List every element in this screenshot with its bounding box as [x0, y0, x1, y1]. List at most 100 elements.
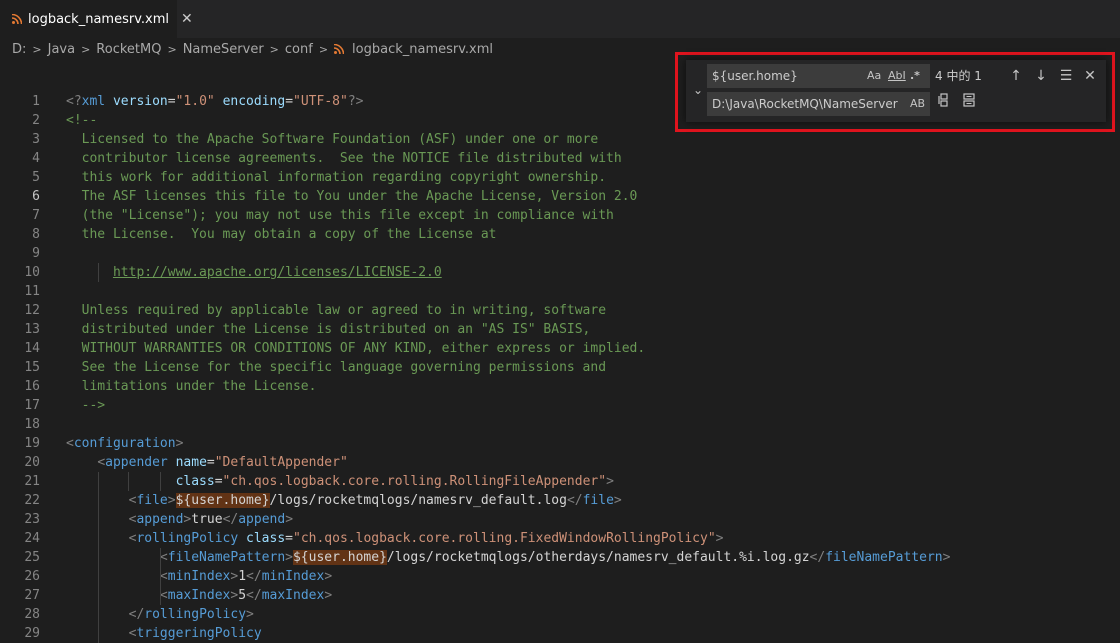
- code-token: "DefaultAppender": [214, 455, 348, 470]
- code-token: append: [136, 512, 184, 527]
- line-number: 1: [32, 94, 40, 109]
- code-token: >: [285, 550, 293, 565]
- tab-logback-namesrv[interactable]: logback_namesrv.xml ✕: [0, 0, 193, 38]
- code-line[interactable]: 4 contributor license agreements. See th…: [0, 149, 1120, 168]
- breadcrumb-item-file[interactable]: logback_namesrv.xml: [352, 42, 493, 57]
- code-line[interactable]: 6 The ASF licenses this file to You unde…: [0, 187, 1120, 206]
- line-number: 13: [24, 322, 40, 337]
- code-line[interactable]: 17 -->: [0, 396, 1120, 415]
- code-token: The ASF licenses this file to You under …: [66, 189, 638, 204]
- code-line[interactable]: 27 <maxIndex>5</maxIndex>: [0, 586, 1120, 605]
- breadcrumb-item-rocketmq[interactable]: RocketMQ: [96, 42, 161, 57]
- code-text: <?xml version="1.0" encoding="UTF-8"?>: [66, 92, 363, 111]
- code-token: file: [136, 493, 168, 508]
- line-number: 25: [24, 550, 40, 565]
- code-line[interactable]: 20 <appender name="DefaultAppender": [0, 453, 1120, 472]
- code-token: (the "License"); you may not use this fi…: [66, 208, 614, 223]
- line-number: 27: [24, 588, 40, 603]
- code-text: this work for additional information reg…: [66, 168, 606, 187]
- close-icon[interactable]: ✕: [181, 11, 193, 27]
- code-token: fileNamePattern: [825, 550, 943, 565]
- breadcrumb-item-nameserver[interactable]: NameServer: [183, 42, 264, 57]
- search-match: ${user.home}: [292, 550, 387, 565]
- code-line[interactable]: 7 (the "License"); you may not use this …: [0, 206, 1120, 225]
- code-token: encoding: [222, 94, 286, 109]
- line-number: 6: [32, 189, 40, 204]
- replace-icon[interactable]: [934, 92, 954, 116]
- line-number: 5: [32, 170, 40, 185]
- code-token: </: [246, 569, 262, 584]
- toggle-replace-icon[interactable]: ⌄: [690, 78, 706, 102]
- close-icon[interactable]: ✕: [1080, 64, 1100, 88]
- code-token: See the License for the specific languag…: [66, 360, 607, 375]
- code-text: <appender name="DefaultAppender": [66, 453, 348, 472]
- regex-icon[interactable]: .*: [910, 64, 920, 88]
- code-token: fileNamePattern: [167, 550, 286, 565]
- code-line[interactable]: 10 http://www.apache.org/licenses/LICENS…: [0, 263, 1120, 282]
- replace-input-value: D:\Java\RocketMQ\NameServer: [712, 97, 898, 111]
- code-token: version: [112, 94, 168, 109]
- line-number: 4: [32, 151, 40, 166]
- code-line[interactable]: 8 the License. You may obtain a copy of …: [0, 225, 1120, 244]
- code-line[interactable]: 21 class="ch.qos.logback.core.rolling.Ro…: [0, 472, 1120, 491]
- code-token: rollingPolicy: [136, 531, 239, 546]
- code-line[interactable]: 5 this work for additional information r…: [0, 168, 1120, 187]
- code-token: <: [97, 455, 106, 470]
- previous-match-icon[interactable]: ↑: [1006, 64, 1026, 88]
- find-in-selection-icon[interactable]: ☰: [1056, 64, 1076, 88]
- code-line[interactable]: 9: [0, 244, 1120, 263]
- next-match-icon[interactable]: ↓: [1031, 64, 1051, 88]
- code-text: <triggeringPolicy: [66, 624, 262, 643]
- code-line[interactable]: 16 limitations under the License.: [0, 377, 1120, 396]
- code-token: </: [809, 550, 826, 565]
- replace-input[interactable]: D:\Java\RocketMQ\NameServer AB: [707, 92, 930, 116]
- code-line[interactable]: 29 <triggeringPolicy: [0, 624, 1120, 643]
- match-case-icon[interactable]: Aa: [867, 64, 881, 88]
- code-line[interactable]: 3 Licensed to the Apache Software Founda…: [0, 130, 1120, 149]
- code-line[interactable]: 15 See the License for the specific lang…: [0, 358, 1120, 377]
- code-line[interactable]: 14 WITHOUT WARRANTIES OR CONDITIONS OF A…: [0, 339, 1120, 358]
- find-replace-widget: ⌄ ${user.home} Aa AbI .* 4 中的 1 ↑ ↓ ☰ ✕ …: [686, 60, 1106, 122]
- code-token: <!--: [66, 113, 98, 128]
- code-editor[interactable]: 1 <?xml version="1.0" encoding="UTF-8"?> 2…: [0, 92, 1120, 643]
- line-number: 8: [32, 227, 40, 242]
- code-line[interactable]: 19 <configuration>: [0, 434, 1120, 453]
- breadcrumb-item-java[interactable]: Java: [48, 42, 75, 57]
- code-line[interactable]: 11: [0, 282, 1120, 301]
- code-line[interactable]: 23 <append>true</append>: [0, 510, 1120, 529]
- whole-word-icon[interactable]: AbI: [888, 64, 906, 88]
- code-token: >: [167, 493, 176, 508]
- code-token: /logs/rocketmqlogs/namesrv_default.log: [269, 493, 567, 508]
- code-token: >: [324, 588, 333, 603]
- code-text: http://www.apache.org/licenses/LICENSE-2…: [66, 263, 442, 282]
- line-number: 26: [24, 569, 40, 584]
- code-line[interactable]: 22 <file>${user.home}/logs/rocketmqlogs/…: [0, 491, 1120, 510]
- breadcrumb-item-drive[interactable]: D:: [12, 42, 26, 57]
- code-line[interactable]: 12 Unless required by applicable law or …: [0, 301, 1120, 320]
- code-text: class="ch.qos.logback.core.rolling.Rolli…: [66, 472, 614, 491]
- code-line[interactable]: 24 <rollingPolicy class="ch.qos.logback.…: [0, 529, 1120, 548]
- code-line[interactable]: 25 <fileNamePattern>${user.home}/logs/ro…: [0, 548, 1120, 567]
- code-text: <configuration>: [66, 434, 183, 453]
- line-number: 19: [24, 436, 40, 451]
- breadcrumb-item-conf[interactable]: conf: [285, 42, 313, 57]
- line-number: 18: [24, 417, 40, 432]
- code-text: <maxIndex>5</maxIndex>: [66, 586, 332, 605]
- replace-all-icon[interactable]: [959, 92, 979, 116]
- code-line[interactable]: 13 distributed under the License is dist…: [0, 320, 1120, 339]
- find-input[interactable]: ${user.home} Aa AbI .*: [707, 64, 930, 88]
- code-line[interactable]: 28 </rollingPolicy>: [0, 605, 1120, 624]
- code-token: =: [206, 455, 215, 470]
- code-line[interactable]: 18: [0, 415, 1120, 434]
- code-token: <: [159, 550, 168, 565]
- line-number: 29: [24, 626, 40, 641]
- preserve-case-icon[interactable]: AB: [910, 92, 925, 116]
- code-text: Licensed to the Apache Software Foundati…: [66, 130, 599, 149]
- indent-guide: [128, 472, 129, 491]
- code-token: name: [175, 455, 207, 470]
- search-match: ${user.home}: [175, 493, 270, 508]
- code-line[interactable]: 26 <minIndex>1</minIndex>: [0, 567, 1120, 586]
